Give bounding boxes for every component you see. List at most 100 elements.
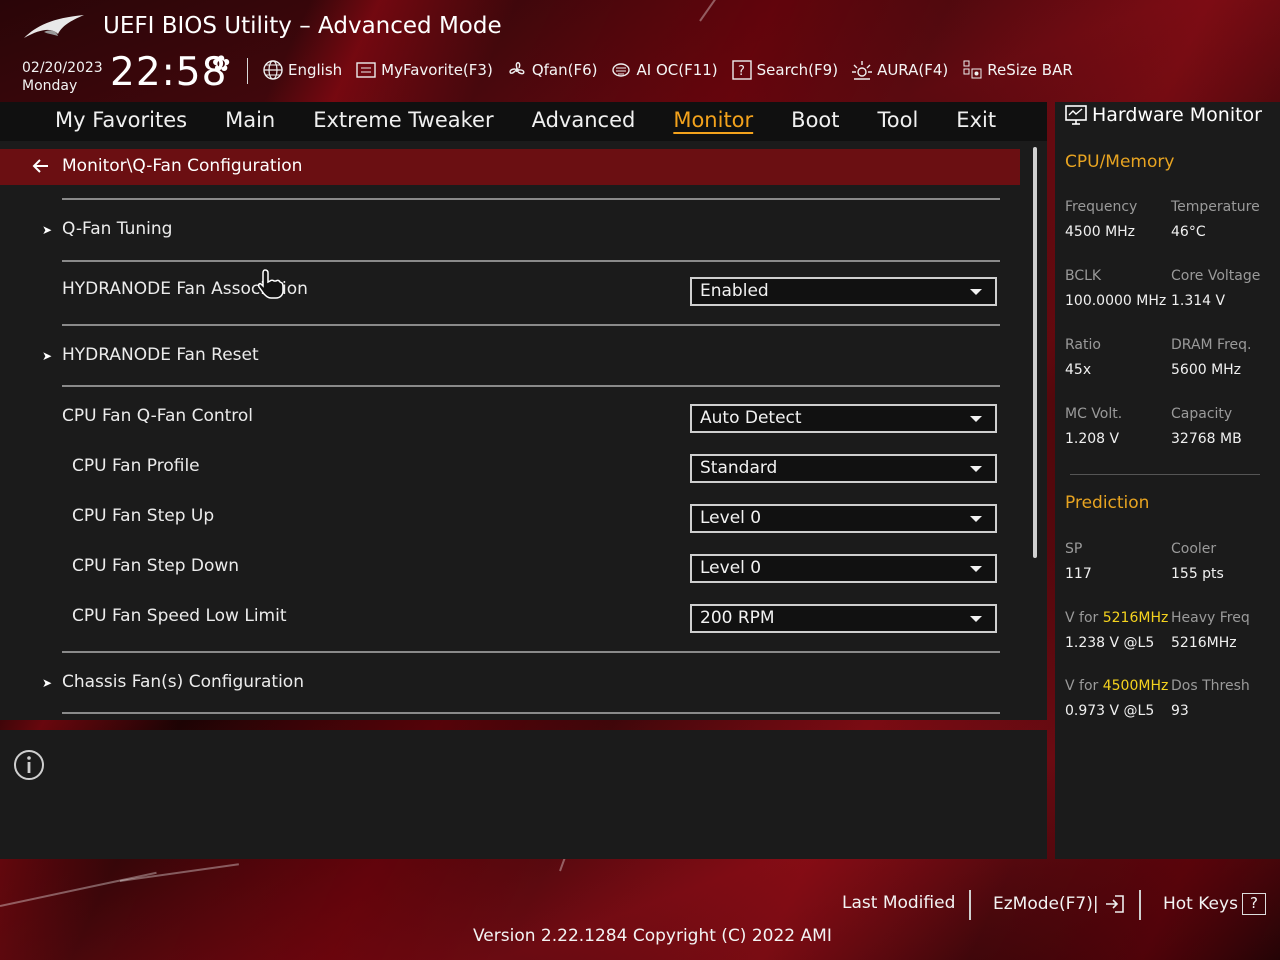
cpu-fan-profile-label: CPU Fan Profile — [72, 456, 200, 476]
chevron-down-icon — [970, 616, 982, 622]
tab-exit[interactable]: Exit — [956, 104, 996, 136]
v-for-1-freq: 5216MHz — [1102, 610, 1169, 626]
core-voltage-label: Core Voltage — [1171, 268, 1261, 284]
v-for-1-label: V for 5216MHz — [1065, 610, 1168, 626]
dos-thresh-value: 93 — [1171, 703, 1189, 719]
date-text: 02/20/2023 — [22, 60, 103, 76]
cpu-fan-step-up-label: CPU Fan Step Up — [72, 506, 215, 526]
last-modified-button[interactable]: Last Modified — [842, 893, 955, 913]
v-for-2-prefix: V for — [1065, 678, 1103, 694]
aura-icon — [852, 61, 873, 80]
cpu-qfan-control-select[interactable]: Auto Detect — [690, 404, 997, 433]
ezmode-label: EzMode(F7)| — [993, 894, 1099, 914]
hydranode-assoc-value: Enabled — [700, 281, 769, 301]
tab-advanced[interactable]: Advanced — [532, 104, 636, 136]
core-voltage-value: 1.314 V — [1171, 293, 1226, 309]
tab-tool[interactable]: Tool — [878, 104, 919, 136]
divider — [62, 651, 1000, 653]
cpu-memory-heading: CPU/Memory — [1065, 152, 1175, 172]
hardware-monitor-panel — [1055, 102, 1280, 859]
tab-monitor[interactable]: Monitor — [673, 104, 753, 136]
cpu-fan-step-down-select[interactable]: Level 0 — [690, 554, 997, 583]
ezmode-button[interactable]: EzMode(F7)| — [993, 893, 1127, 915]
language-button[interactable]: English — [262, 58, 342, 82]
mc-volt-value: 1.208 V — [1065, 431, 1120, 447]
aura-label: AURA(F4) — [877, 61, 949, 79]
temperature-label: Temperature — [1171, 199, 1260, 215]
chevron-down-icon — [970, 516, 982, 522]
cpu-fan-step-down-label: CPU Fan Step Down — [72, 556, 240, 576]
date-display: 02/20/2023 Monday — [22, 59, 103, 95]
qfan-button[interactable]: Qfan(F6) — [506, 58, 598, 82]
sp-value: 117 — [1065, 566, 1092, 582]
qfan-label: Qfan(F6) — [531, 61, 598, 79]
cpu-fan-low-limit-label: CPU Fan Speed Low Limit — [72, 606, 287, 626]
cooler-value: 155 pts — [1171, 566, 1224, 582]
bclk-value: 100.0000 MHz — [1065, 293, 1167, 309]
tab-boot[interactable]: Boot — [791, 104, 839, 136]
v-for-2-value: 0.973 V @L5 — [1065, 703, 1155, 719]
resize-bar-button[interactable]: ReSize BAR — [961, 58, 1073, 82]
divider — [62, 324, 1000, 326]
divider — [62, 385, 1000, 387]
language-label: English — [288, 61, 343, 79]
myfavorite-button[interactable]: MyFavorite(F3) — [355, 58, 493, 82]
clock-time: 22:58 — [110, 50, 228, 95]
last-modified-label: Last Modified — [842, 893, 956, 913]
hot-keys-button[interactable]: Hot Keys ? — [1163, 893, 1266, 915]
cpu-fan-step-up-value: Level 0 — [700, 508, 762, 528]
heavy-freq-value: 5216MHz — [1171, 635, 1237, 651]
tab-my-favorites[interactable]: My Favorites — [55, 104, 187, 136]
info-icon — [14, 750, 44, 780]
frequency-label: Frequency — [1065, 199, 1138, 215]
ai-oc-label: AI OC(F11) — [636, 61, 718, 79]
chevron-down-icon — [970, 566, 982, 572]
chassis-fans-link[interactable]: Chassis Fan(s) Configuration — [62, 672, 304, 692]
cpu-fan-step-up-select[interactable]: Level 0 — [690, 504, 997, 533]
cpu-fan-step-down-value: Level 0 — [700, 558, 762, 578]
ratio-value: 45x — [1065, 362, 1092, 378]
favorite-icon — [356, 62, 376, 78]
search-button[interactable]: ? Search(F9) — [731, 58, 838, 82]
divider — [62, 260, 1000, 262]
qfan-tuning-link[interactable]: Q-Fan Tuning — [62, 219, 172, 239]
help-icon: ? — [1241, 893, 1266, 915]
chevron-down-icon — [970, 416, 982, 422]
breadcrumb: Monitor\Q-Fan Configuration — [0, 149, 1020, 185]
prediction-heading: Prediction — [1065, 493, 1150, 513]
chevron-right-icon: ➤ — [42, 676, 53, 690]
svg-text:?: ? — [738, 64, 745, 79]
exit-mode-icon — [1105, 895, 1124, 913]
search-label: Search(F9) — [756, 61, 839, 79]
heavy-freq-label: Heavy Freq — [1171, 610, 1250, 626]
cpu-qfan-control-value: Auto Detect — [700, 408, 802, 428]
ai-oc-icon — [612, 63, 631, 77]
cpu-fan-low-limit-select[interactable]: 200 RPM — [690, 604, 997, 633]
sp-label: SP — [1065, 541, 1083, 557]
gear-icon[interactable]: ✿ — [212, 52, 230, 77]
v-for-2-label: V for 4500MHz — [1065, 678, 1168, 694]
hardware-monitor-header: Hardware Monitor — [1064, 104, 1262, 126]
dram-freq-value: 5600 MHz — [1171, 362, 1242, 378]
footer-divider — [969, 890, 971, 920]
search-icon: ? — [731, 60, 752, 80]
capacity-value: 32768 MB — [1171, 431, 1242, 447]
divider — [62, 712, 1000, 714]
capacity-label: Capacity — [1171, 406, 1233, 422]
v-for-2-freq: 4500MHz — [1102, 678, 1169, 694]
back-arrow-icon[interactable] — [30, 155, 52, 177]
scrollbar[interactable] — [1033, 147, 1037, 558]
tab-extreme-tweaker[interactable]: Extreme Tweaker — [313, 104, 493, 136]
version-text: Version 2.22.1284 Copyright (C) 2022 AMI — [473, 926, 832, 946]
hand-cursor-icon — [257, 269, 284, 299]
help-info-area — [0, 730, 1047, 859]
day-text: Monday — [22, 78, 78, 94]
resize-bar-icon — [963, 60, 982, 79]
hydranode-assoc-select[interactable]: Enabled — [690, 277, 997, 306]
aura-button[interactable]: AURA(F4) — [851, 58, 948, 82]
cpu-fan-profile-select[interactable]: Standard — [690, 454, 997, 483]
cpu-fan-low-limit-value: 200 RPM — [700, 608, 775, 628]
tab-main[interactable]: Main — [225, 104, 275, 136]
hydranode-reset-link[interactable]: HYDRANODE Fan Reset — [62, 345, 259, 365]
ai-oc-button[interactable]: AI OC(F11) — [610, 58, 718, 82]
